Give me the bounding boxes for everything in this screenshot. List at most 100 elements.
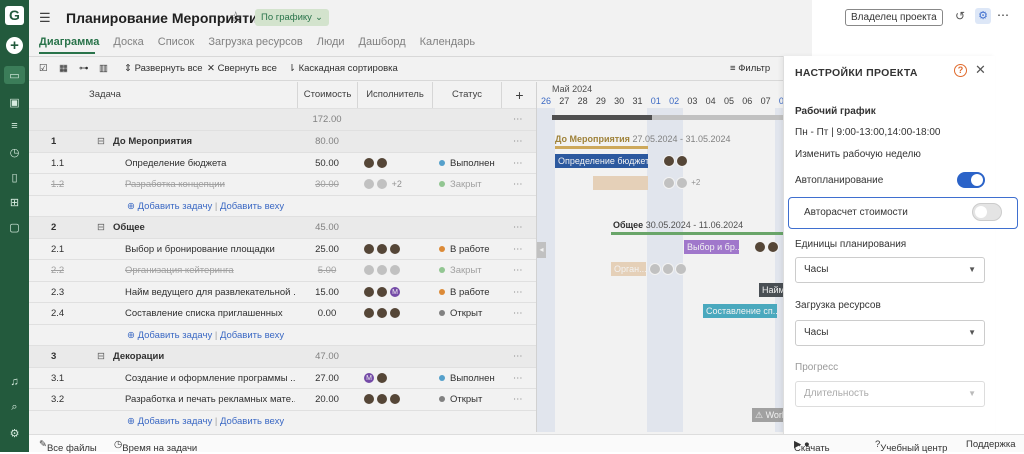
- task-cost[interactable]: 20.00: [297, 389, 357, 410]
- group-row[interactable]: 2 ⊟ Общее 45.00 ⋯: [29, 216, 537, 238]
- assignees[interactable]: +2: [363, 174, 402, 195]
- status-cell[interactable]: Открыт: [439, 303, 499, 324]
- units-select[interactable]: Часы ▼: [795, 257, 985, 283]
- more-icon[interactable]: ⋯: [513, 389, 523, 410]
- tab-list[interactable]: Список: [158, 36, 195, 48]
- status-cell[interactable]: В работе: [439, 239, 499, 260]
- projects-icon[interactable]: ▭: [4, 66, 25, 84]
- task-cost[interactable]: 45.00: [297, 217, 357, 238]
- hierarchy-icon[interactable]: ⊶: [79, 63, 89, 74]
- add-milestone-link[interactable]: Добавить веху: [220, 201, 284, 212]
- create-plus-icon[interactable]: +: [6, 37, 23, 54]
- tab-dashboard[interactable]: Дашборд: [359, 36, 406, 48]
- more-icon[interactable]: ⋯: [997, 8, 1009, 22]
- close-icon[interactable]: ✕: [975, 62, 986, 78]
- task-name[interactable]: Найм ведущего для развлекательной ...: [125, 282, 295, 303]
- filter-button[interactable]: ≡ Фильтр: [730, 63, 770, 74]
- add-task-row[interactable]: ⊕ Добавить задачу | Добавить веху: [29, 194, 537, 217]
- col-task-header[interactable]: Задача: [29, 82, 297, 108]
- group-row[interactable]: 1 ⊟ До Мероприятия 80.00 ⋯: [29, 130, 537, 152]
- collapse-icon[interactable]: ⊟: [97, 346, 105, 367]
- learning-center-link[interactable]: ? Учебный центр: [875, 439, 947, 454]
- columns-icon[interactable]: ▥: [99, 63, 108, 74]
- more-icon[interactable]: ⋯: [513, 217, 523, 238]
- table-row[interactable]: 2.3 Найм ведущего для развлекательной ...…: [29, 280, 537, 303]
- task-name[interactable]: Разработка и печать рекламных мате...: [125, 389, 295, 410]
- gantt-task-bar[interactable]: Определение бюджета: [555, 154, 648, 168]
- task-name[interactable]: Определение бюджета: [125, 153, 295, 174]
- bell-icon[interactable]: ♫: [4, 373, 25, 391]
- assignees[interactable]: [363, 260, 402, 281]
- add-milestone-link[interactable]: Добавить веху: [220, 330, 284, 341]
- gantt-task-bar[interactable]: Орган...: [611, 262, 646, 276]
- add-task-link[interactable]: ⊕ Добавить задачу: [127, 330, 212, 341]
- status-cell[interactable]: В работе: [439, 282, 499, 303]
- gantt-group-2-bar[interactable]: [611, 232, 812, 235]
- help-icon[interactable]: ?: [954, 64, 967, 77]
- tab-people[interactable]: Люди: [317, 36, 345, 48]
- table-row[interactable]: 2.1 Выбор и бронирование площадки 25.00 В р…: [29, 237, 537, 260]
- tab-workload[interactable]: Загрузка ресурсов: [208, 36, 302, 48]
- task-cost[interactable]: 15.00: [297, 282, 357, 303]
- task-cost[interactable]: 5.00: [297, 260, 357, 281]
- group-row[interactable]: 3 ⊟ Декорации 47.00 ⋯: [29, 345, 537, 367]
- collapse-icon[interactable]: ⊟: [97, 131, 105, 152]
- status-cell[interactable]: Закрыт: [439, 174, 499, 195]
- gantt-task-bar[interactable]: [593, 176, 648, 190]
- task-cost[interactable]: 27.00: [297, 368, 357, 389]
- status-cell[interactable]: Закрыт: [439, 260, 499, 281]
- col-status-header[interactable]: Статус: [432, 82, 501, 108]
- more-icon[interactable]: ⋯: [513, 239, 523, 260]
- task-cost[interactable]: 30.00: [297, 174, 357, 195]
- task-name[interactable]: До Мероприятия: [113, 131, 293, 152]
- search-icon[interactable]: ⌕: [4, 398, 25, 416]
- add-task-link[interactable]: ⊕ Добавить задачу: [127, 416, 212, 427]
- more-icon[interactable]: ⋯: [513, 109, 523, 130]
- document-icon[interactable]: ▯: [4, 168, 25, 186]
- gantt-task-bar[interactable]: Составление сп...: [703, 304, 777, 318]
- change-week-link[interactable]: Изменить рабочую неделю: [795, 149, 921, 160]
- assignees[interactable]: [363, 303, 402, 324]
- table-row[interactable]: 3.1 Создание и оформление программы ... 27…: [29, 366, 537, 389]
- more-icon[interactable]: ⋯: [513, 174, 523, 195]
- more-icon[interactable]: ⋯: [513, 282, 523, 303]
- add-milestone-link[interactable]: Добавить веху: [220, 416, 284, 427]
- assignees[interactable]: [363, 239, 402, 260]
- cascade-sort-button[interactable]: ⇂ Каскадная сортировка: [288, 63, 398, 74]
- task-name[interactable]: Создание и оформление программы ...: [125, 368, 295, 389]
- assignees[interactable]: M: [363, 282, 402, 303]
- task-cost[interactable]: 50.00: [297, 153, 357, 174]
- add-task-row[interactable]: ⊕ Добавить задачу | Добавить веху: [29, 409, 537, 432]
- more-icon[interactable]: ⋯: [513, 131, 523, 152]
- settings-gear-icon[interactable]: ⚙: [975, 8, 991, 24]
- workload-select[interactable]: Часы ▼: [795, 320, 985, 346]
- progress-select[interactable]: Длительность ▼: [795, 381, 985, 407]
- checkbox-icon[interactable]: ☑: [39, 63, 48, 74]
- expand-all-button[interactable]: ⇕ Развернуть все: [124, 63, 203, 74]
- gantt-task-bar[interactable]: Выбор и бр...: [684, 240, 739, 254]
- table-row[interactable]: 2.4 Составление списка приглашенных 0.00 От…: [29, 302, 537, 324]
- app-logo[interactable]: G: [5, 6, 24, 25]
- apps-icon[interactable]: ⊞: [4, 193, 25, 211]
- collapse-icon[interactable]: ⊟: [97, 217, 105, 238]
- task-cost[interactable]: 0.00: [297, 303, 357, 324]
- clock-icon[interactable]: ◷: [4, 143, 25, 161]
- autoplanning-toggle[interactable]: [957, 172, 985, 188]
- settings-icon[interactable]: ⚙: [4, 424, 25, 442]
- table-row[interactable]: 3.2 Разработка и печать рекламных мате...…: [29, 388, 537, 410]
- history-icon[interactable]: ↺: [955, 9, 965, 23]
- table-row[interactable]: 1.1 Определение бюджета 50.00 Выполнен ⋯: [29, 151, 537, 174]
- task-name[interactable]: Выбор и бронирование площадки: [125, 239, 295, 260]
- tab-gantt[interactable]: Диаграмма: [39, 36, 99, 48]
- autocost-toggle[interactable]: [972, 203, 1002, 221]
- task-name[interactable]: Разработка концепции: [125, 174, 295, 195]
- col-cost-header[interactable]: Стоимость: [297, 82, 357, 108]
- more-icon[interactable]: ⋯: [513, 303, 523, 324]
- assignees[interactable]: [363, 153, 389, 174]
- table-row[interactable]: 1.2 Разработка концепции 30.00 +2 Закрыт ⋯: [29, 173, 537, 195]
- download-link[interactable]: Скачать ▶ ●: [794, 439, 830, 454]
- portfolio-icon[interactable]: ▣: [4, 93, 25, 111]
- task-cost[interactable]: 47.00: [297, 346, 357, 367]
- tab-calendar[interactable]: Календарь: [420, 36, 476, 48]
- task-name[interactable]: Общее: [113, 217, 293, 238]
